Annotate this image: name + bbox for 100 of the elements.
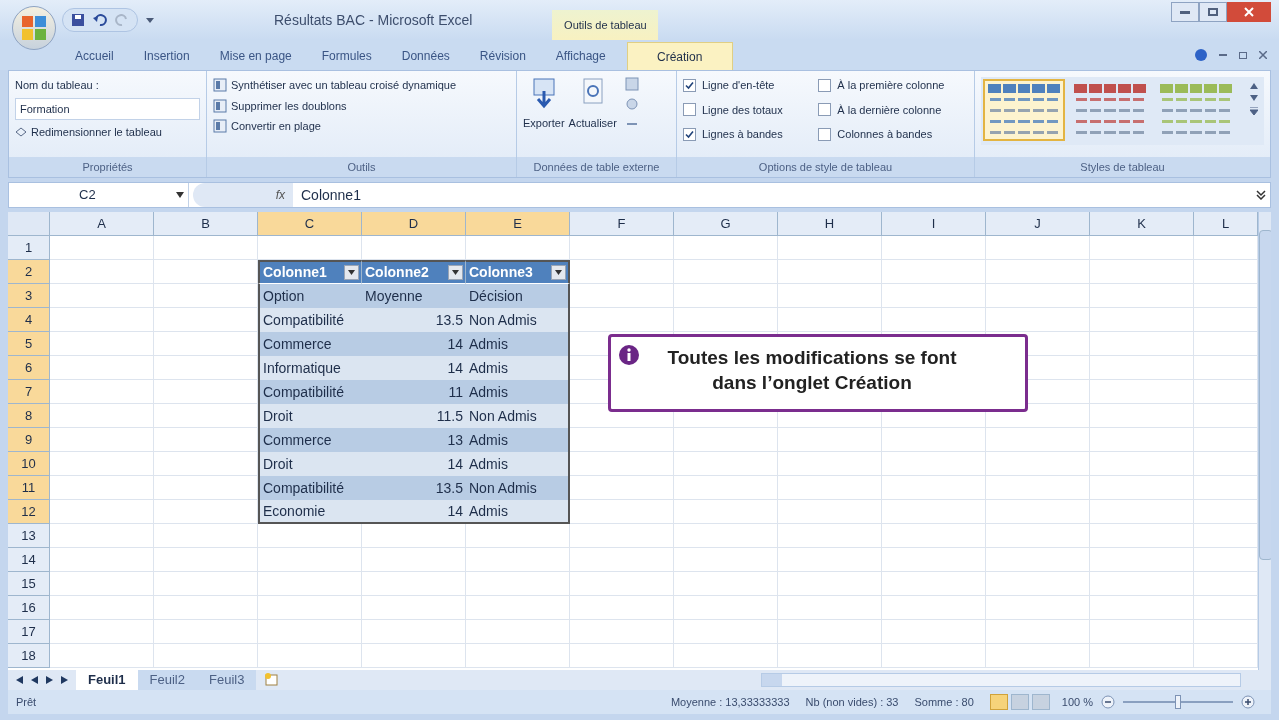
grid-cell[interactable] [674,572,778,596]
grid-cell[interactable] [986,548,1090,572]
scroll-down-icon[interactable] [1250,95,1258,101]
select-all-button[interactable] [8,212,50,236]
column-header[interactable]: D [362,212,466,236]
grid-cell[interactable] [362,620,466,644]
row-header[interactable]: 15 [8,572,50,596]
grid-cell[interactable] [986,260,1090,284]
sheet-tab[interactable]: Feuil2 [137,670,197,690]
ribbon-tab[interactable]: Affichage [540,42,621,70]
grid-cell[interactable] [154,644,258,668]
grid-cell[interactable] [778,428,882,452]
grid-cell[interactable] [882,452,986,476]
checkbox[interactable] [818,78,832,92]
column-header[interactable]: K [1090,212,1194,236]
grid-cell[interactable] [50,452,154,476]
grid-cell[interactable] [570,596,674,620]
grid-cell[interactable] [570,500,674,524]
grid-cell[interactable] [674,644,778,668]
grid-cell[interactable] [674,308,778,332]
column-header[interactable]: G [674,212,778,236]
checkbox[interactable] [683,78,696,92]
grid-cell[interactable] [258,524,362,548]
help-icon[interactable] [1195,49,1207,61]
grid-cell[interactable] [778,500,882,524]
resize-table-button[interactable]: Redimensionner le tableau [15,123,162,140]
grid-cell[interactable] [50,356,154,380]
grid-cell[interactable] [570,572,674,596]
ribbon-tab[interactable]: Insertion [128,42,205,70]
grid-cell[interactable] [882,620,986,644]
row-header[interactable]: 5 [8,332,50,356]
grid-cell[interactable] [50,404,154,428]
grid-cell[interactable] [50,236,154,260]
grid-cell[interactable] [154,596,258,620]
ribbon-close-icon[interactable] [1259,51,1267,59]
grid-cell[interactable] [674,548,778,572]
ribbon-tab[interactable]: Données [386,42,465,70]
grid-cell[interactable] [258,644,362,668]
grid-cell[interactable] [986,644,1090,668]
column-header[interactable]: C [258,212,362,236]
column-header[interactable]: L [1194,212,1258,236]
grid-cell[interactable] [1090,284,1194,308]
large-ribbon-button[interactable]: Exporter [523,77,565,132]
grid-cell[interactable] [674,620,778,644]
grid-cell[interactable] [986,476,1090,500]
grid-cell[interactable] [778,476,882,500]
table-name-field[interactable]: Formation [15,97,200,120]
column-header[interactable]: A [50,212,154,236]
grid-cell[interactable] [882,548,986,572]
row-header[interactable]: 4 [8,308,50,332]
grid-cell[interactable] [674,500,778,524]
grid-cell[interactable] [50,308,154,332]
minimize-button[interactable] [1171,2,1199,22]
grid-cell[interactable] [882,236,986,260]
grid-cell[interactable] [570,476,674,500]
grid-cell[interactable] [50,284,154,308]
grid-cell[interactable] [882,308,986,332]
grid-cell[interactable] [466,524,570,548]
grid-cell[interactable] [50,500,154,524]
more-styles-icon[interactable] [1250,107,1258,115]
grid-cell[interactable] [986,236,1090,260]
ribbon-tab[interactable]: Mise en page [204,42,307,70]
grid-cell[interactable] [778,644,882,668]
grid-cell[interactable] [154,572,258,596]
tool-button[interactable]: Convertir en plage [213,118,510,135]
horizontal-scrollbar[interactable] [761,673,1241,687]
grid-cell[interactable] [674,476,778,500]
grid-cell[interactable] [1090,596,1194,620]
grid-cell[interactable] [986,308,1090,332]
grid-cell[interactable] [50,644,154,668]
grid-cell[interactable] [674,524,778,548]
view-button[interactable] [1010,694,1029,710]
view-button[interactable] [1031,694,1050,710]
column-header[interactable]: B [154,212,258,236]
row-header[interactable]: 7 [8,380,50,404]
grid-cell[interactable] [466,596,570,620]
grid-cell[interactable] [1090,476,1194,500]
ribbon-tab[interactable]: Accueil [60,42,129,70]
maximize-button[interactable] [1199,2,1227,22]
grid-cell[interactable] [882,572,986,596]
grid-cell[interactable] [674,428,778,452]
grid-cell[interactable] [674,260,778,284]
redo-icon[interactable] [115,13,129,27]
grid-cell[interactable] [986,428,1090,452]
grid-cell[interactable] [570,428,674,452]
filter-button[interactable] [344,265,359,280]
grid-cell[interactable] [570,620,674,644]
grid-cell[interactable] [1090,500,1194,524]
scroll-up-icon[interactable] [1250,83,1258,89]
tool-button[interactable]: Synthétiser avec un tableau croisé dynamique [213,77,510,94]
undo-icon[interactable] [93,13,107,27]
column-header[interactable]: I [882,212,986,236]
grid-cell[interactable] [674,284,778,308]
grid-cell[interactable] [50,620,154,644]
grid-cell[interactable] [50,332,154,356]
grid-cell[interactable] [570,548,674,572]
save-icon[interactable] [71,13,85,27]
row-header[interactable]: 8 [8,404,50,428]
scroll-thumb[interactable] [1259,230,1271,560]
row-header[interactable]: 13 [8,524,50,548]
